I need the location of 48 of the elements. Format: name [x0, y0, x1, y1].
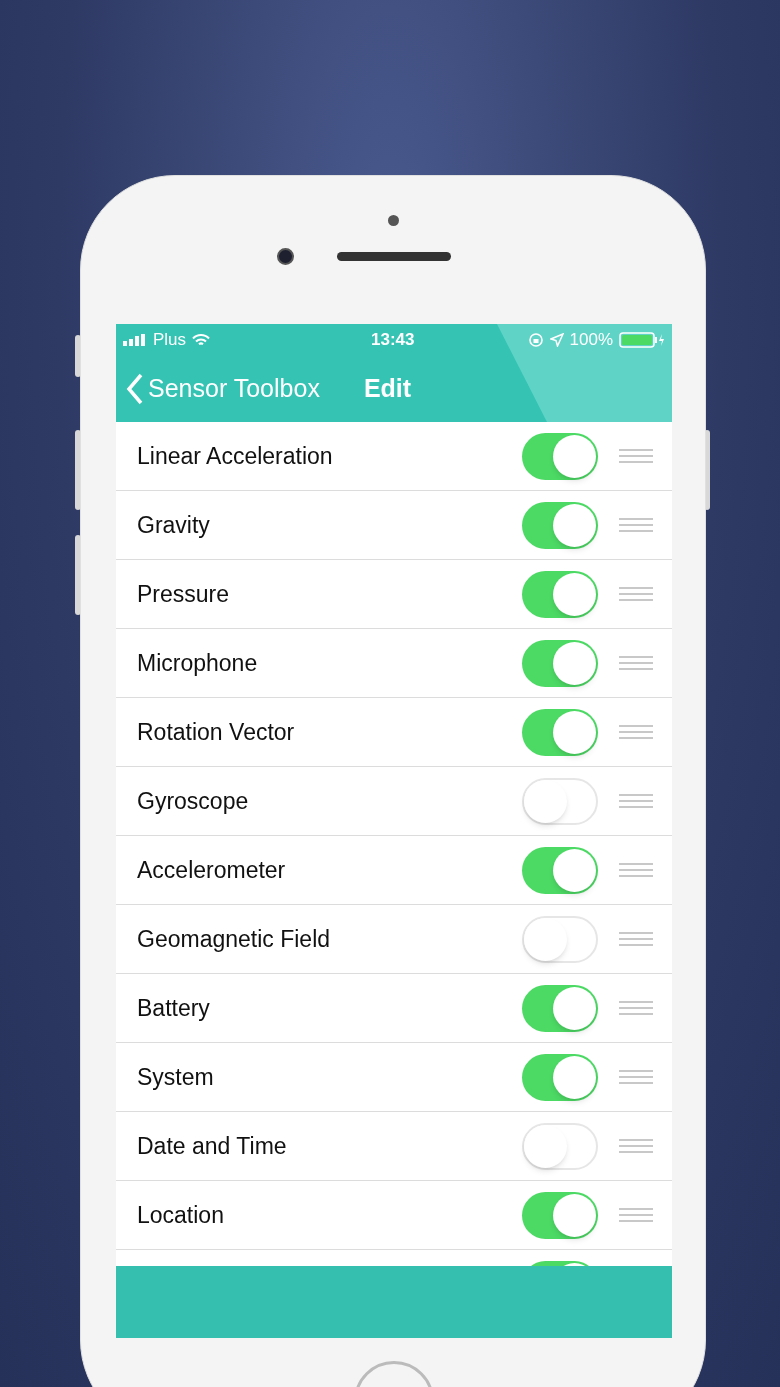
sensor-label: Location	[137, 1200, 224, 1230]
reorder-icon[interactable]	[619, 1001, 653, 1015]
sensor-label: Gyroscope	[137, 786, 249, 816]
toggle-switch[interactable]	[522, 984, 598, 1032]
sensor-label: Microphone	[137, 648, 258, 678]
battery-icon	[619, 332, 665, 348]
toggle-switch[interactable]	[522, 1053, 598, 1101]
sensor-label: Pressure	[137, 579, 230, 609]
reorder-icon[interactable]	[619, 1139, 653, 1153]
sensor-label: Date and Time	[137, 1131, 287, 1161]
reorder-icon[interactable]	[619, 518, 653, 532]
sensor-label: Linear Acceleration	[137, 441, 333, 471]
rotation-lock-icon	[527, 332, 544, 348]
back-chevron-icon	[126, 373, 144, 405]
location-icon	[549, 333, 564, 347]
reorder-icon[interactable]	[619, 449, 653, 463]
sensor-label: System	[137, 1062, 214, 1092]
reorder-icon[interactable]	[619, 656, 653, 670]
toggle-switch[interactable]	[522, 501, 598, 549]
reorder-icon[interactable]	[619, 863, 653, 877]
toggle-switch[interactable]	[522, 1122, 598, 1170]
toggle-switch[interactable]	[522, 639, 598, 687]
wifi-icon	[192, 333, 211, 347]
toggle-switch[interactable]	[522, 1191, 598, 1239]
toggle-switch[interactable]	[522, 777, 598, 825]
toggle-switch[interactable]	[522, 846, 598, 894]
toggle-switch[interactable]	[522, 915, 598, 963]
sensor-label: Geomagnetic Field	[137, 924, 331, 954]
sensor-label: Accelerometer	[137, 855, 286, 885]
reorder-icon[interactable]	[619, 725, 653, 739]
toggle-switch[interactable]	[522, 708, 598, 756]
signal-icon	[123, 334, 147, 346]
screen-title: Edit	[363, 373, 412, 405]
reorder-icon[interactable]	[619, 932, 653, 946]
carrier-label: Plus	[153, 329, 187, 352]
toggle-switch[interactable]	[522, 570, 598, 618]
sensor-label: Rotation Vector	[137, 717, 295, 747]
reorder-icon[interactable]	[619, 1070, 653, 1084]
toggle-switch[interactable]	[522, 432, 598, 480]
camera-icon	[277, 248, 294, 265]
reorder-icon[interactable]	[619, 1208, 653, 1222]
sensor-label: Gravity	[137, 510, 210, 540]
sensor-label: Battery	[137, 993, 210, 1023]
back-button[interactable]: Sensor Toolbox	[126, 370, 320, 408]
status-time: 13:43	[371, 329, 415, 352]
battery-percent: 100%	[569, 329, 613, 352]
reorder-icon[interactable]	[619, 794, 653, 808]
reorder-icon[interactable]	[619, 587, 653, 601]
